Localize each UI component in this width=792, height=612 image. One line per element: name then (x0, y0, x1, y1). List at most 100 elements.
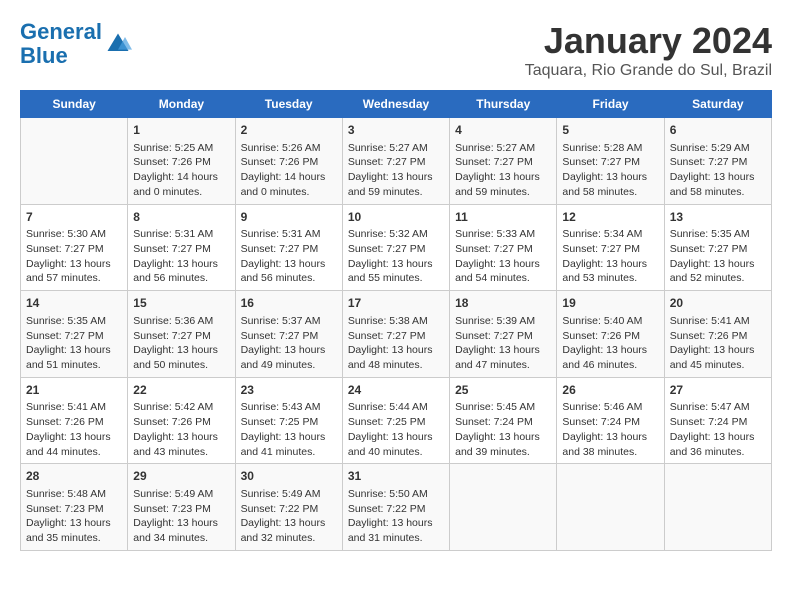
calendar-header: SundayMondayTuesdayWednesdayThursdayFrid… (21, 91, 772, 118)
day-number: 11 (455, 209, 551, 226)
logo-line2: Blue (20, 43, 68, 68)
calendar-cell: 13Sunrise: 5:35 AMSunset: 7:27 PMDayligh… (664, 204, 771, 291)
week-row-5: 28Sunrise: 5:48 AMSunset: 7:23 PMDayligh… (21, 464, 772, 551)
calendar-cell: 20 Sunrise: 5:41 AMSunset: 7:26 PMDayligh… (664, 291, 771, 378)
cell-content: Sunrise: 5:33 AMSunset: 7:27 PMDaylight:… (455, 227, 551, 286)
cell-content: Sunrise: 5:35 AMSunset: 7:27 PMDaylight:… (26, 314, 122, 373)
calendar-cell: 21Sunrise: 5:41 AMSunset: 7:26 PMDayligh… (21, 377, 128, 464)
calendar-cell: 16 Sunrise: 5:37 AMSunset: 7:27 PMDayligh… (235, 291, 342, 378)
header-cell-sunday: Sunday (21, 91, 128, 118)
page-header: General Blue January 2024 Taquara, Rio G… (20, 20, 772, 80)
calendar-cell: 7Sunrise: 5:30 AMSunset: 7:27 PMDaylight… (21, 204, 128, 291)
day-number: 28 (26, 468, 122, 485)
cell-content: Sunrise: 5:30 AMSunset: 7:27 PMDaylight:… (26, 227, 122, 286)
header-cell-monday: Monday (128, 91, 235, 118)
calendar-cell: 9Sunrise: 5:31 AMSunset: 7:27 PMDaylight… (235, 204, 342, 291)
day-number: 17 (348, 295, 444, 312)
header-row: SundayMondayTuesdayWednesdayThursdayFrid… (21, 91, 772, 118)
cell-content: Sunrise: 5:35 AMSunset: 7:27 PMDaylight:… (670, 227, 766, 286)
day-number: 25 (455, 382, 551, 399)
calendar-cell (664, 464, 771, 551)
calendar-cell: 10Sunrise: 5:32 AMSunset: 7:27 PMDayligh… (342, 204, 449, 291)
week-row-4: 21Sunrise: 5:41 AMSunset: 7:26 PMDayligh… (21, 377, 772, 464)
day-number: 4 (455, 122, 551, 139)
header-cell-thursday: Thursday (450, 91, 557, 118)
cell-content: Sunrise: 5:27 AMSunset: 7:27 PMDaylight:… (455, 141, 551, 200)
day-number: 2 (241, 122, 337, 139)
cell-content: Sunrise: 5:26 AMSunset: 7:26 PMDaylight:… (241, 141, 337, 200)
day-number: 31 (348, 468, 444, 485)
cell-content: Sunrise: 5:44 AMSunset: 7:25 PMDaylight:… (348, 400, 444, 459)
cell-content: Sunrise: 5:28 AMSunset: 7:27 PMDaylight:… (562, 141, 658, 200)
day-number: 30 (241, 468, 337, 485)
cell-content: Sunrise: 5:41 AMSunset: 7:26 PMDaylight:… (26, 400, 122, 459)
cell-content: Sunrise: 5:38 AMSunset: 7:27 PMDaylight:… (348, 314, 444, 373)
cell-content: Sunrise: 5:27 AMSunset: 7:27 PMDaylight:… (348, 141, 444, 200)
calendar-cell: 31Sunrise: 5:50 AMSunset: 7:22 PMDayligh… (342, 464, 449, 551)
day-number: 16 (241, 295, 337, 312)
day-number: 22 (133, 382, 229, 399)
logo-icon (104, 30, 132, 58)
header-cell-wednesday: Wednesday (342, 91, 449, 118)
logo-line1: General (20, 19, 102, 44)
header-cell-friday: Friday (557, 91, 664, 118)
cell-content: Sunrise: 5:37 AMSunset: 7:27 PMDaylight:… (241, 314, 337, 373)
week-row-2: 7Sunrise: 5:30 AMSunset: 7:27 PMDaylight… (21, 204, 772, 291)
logo: General Blue (20, 20, 132, 68)
day-number: 7 (26, 209, 122, 226)
day-number: 14 (26, 295, 122, 312)
day-number: 8 (133, 209, 229, 226)
calendar-cell: 24Sunrise: 5:44 AMSunset: 7:25 PMDayligh… (342, 377, 449, 464)
calendar-cell (450, 464, 557, 551)
title-block: January 2024 Taquara, Rio Grande do Sul,… (525, 20, 772, 80)
week-row-3: 14 Sunrise: 5:35 AMSunset: 7:27 PMDayligh… (21, 291, 772, 378)
cell-content: Sunrise: 5:45 AMSunset: 7:24 PMDaylight:… (455, 400, 551, 459)
day-number: 24 (348, 382, 444, 399)
calendar-cell: 27Sunrise: 5:47 AMSunset: 7:24 PMDayligh… (664, 377, 771, 464)
calendar-cell: 28Sunrise: 5:48 AMSunset: 7:23 PMDayligh… (21, 464, 128, 551)
calendar-cell: 23Sunrise: 5:43 AMSunset: 7:25 PMDayligh… (235, 377, 342, 464)
cell-content: Sunrise: 5:49 AMSunset: 7:23 PMDaylight:… (133, 487, 229, 546)
calendar-cell (557, 464, 664, 551)
calendar-cell: 17 Sunrise: 5:38 AMSunset: 7:27 PMDayligh… (342, 291, 449, 378)
day-number: 21 (26, 382, 122, 399)
cell-content: Sunrise: 5:36 AMSunset: 7:27 PMDaylight:… (133, 314, 229, 373)
calendar-cell: 11Sunrise: 5:33 AMSunset: 7:27 PMDayligh… (450, 204, 557, 291)
logo-text: General Blue (20, 20, 102, 68)
day-number: 23 (241, 382, 337, 399)
cell-content: Sunrise: 5:46 AMSunset: 7:24 PMDaylight:… (562, 400, 658, 459)
day-number: 27 (670, 382, 766, 399)
calendar-cell: 26Sunrise: 5:46 AMSunset: 7:24 PMDayligh… (557, 377, 664, 464)
subtitle: Taquara, Rio Grande do Sul, Brazil (525, 62, 772, 80)
cell-content: Sunrise: 5:43 AMSunset: 7:25 PMDaylight:… (241, 400, 337, 459)
calendar-cell: 30Sunrise: 5:49 AMSunset: 7:22 PMDayligh… (235, 464, 342, 551)
cell-content: Sunrise: 5:47 AMSunset: 7:24 PMDaylight:… (670, 400, 766, 459)
cell-content: Sunrise: 5:34 AMSunset: 7:27 PMDaylight:… (562, 227, 658, 286)
day-number: 15 (133, 295, 229, 312)
calendar-body: 1Sunrise: 5:25 AMSunset: 7:26 PMDaylight… (21, 118, 772, 551)
week-row-1: 1Sunrise: 5:25 AMSunset: 7:26 PMDaylight… (21, 118, 772, 205)
calendar-cell: 12Sunrise: 5:34 AMSunset: 7:27 PMDayligh… (557, 204, 664, 291)
calendar-cell: 8Sunrise: 5:31 AMSunset: 7:27 PMDaylight… (128, 204, 235, 291)
day-number: 10 (348, 209, 444, 226)
calendar-cell: 22Sunrise: 5:42 AMSunset: 7:26 PMDayligh… (128, 377, 235, 464)
cell-content: Sunrise: 5:39 AMSunset: 7:27 PMDaylight:… (455, 314, 551, 373)
day-number: 6 (670, 122, 766, 139)
day-number: 9 (241, 209, 337, 226)
calendar-cell: 1Sunrise: 5:25 AMSunset: 7:26 PMDaylight… (128, 118, 235, 205)
header-cell-saturday: Saturday (664, 91, 771, 118)
day-number: 20 (670, 295, 766, 312)
calendar-cell: 6Sunrise: 5:29 AMSunset: 7:27 PMDaylight… (664, 118, 771, 205)
day-number: 19 (562, 295, 658, 312)
day-number: 29 (133, 468, 229, 485)
cell-content: Sunrise: 5:31 AMSunset: 7:27 PMDaylight:… (133, 227, 229, 286)
calendar-cell: 29 Sunrise: 5:49 AMSunset: 7:23 PMDayligh… (128, 464, 235, 551)
day-number: 5 (562, 122, 658, 139)
cell-content: Sunrise: 5:31 AMSunset: 7:27 PMDaylight:… (241, 227, 337, 286)
main-title: January 2024 (525, 20, 772, 62)
day-number: 12 (562, 209, 658, 226)
cell-content: Sunrise: 5:41 AMSunset: 7:26 PMDaylight:… (670, 314, 766, 373)
calendar-cell: 14 Sunrise: 5:35 AMSunset: 7:27 PMDayligh… (21, 291, 128, 378)
day-number: 18 (455, 295, 551, 312)
day-number: 26 (562, 382, 658, 399)
